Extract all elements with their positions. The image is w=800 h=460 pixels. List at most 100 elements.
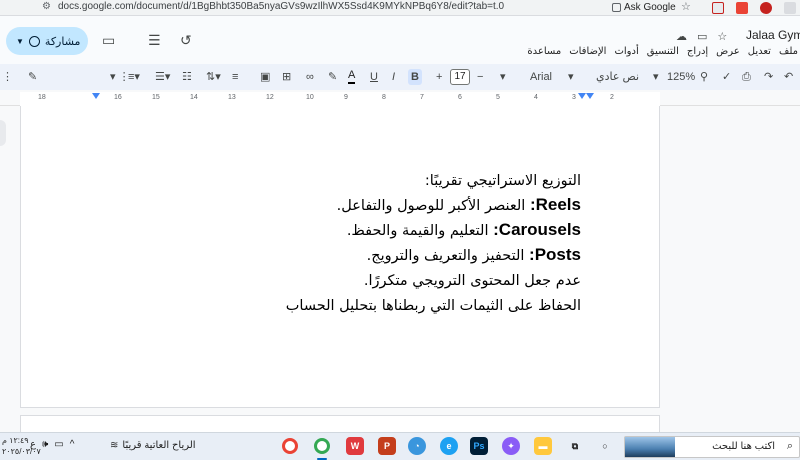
- document-body[interactable]: التوزيع الاستراتيجي تقريبًا: Reels: العن…: [286, 168, 581, 318]
- tray-chevron-icon[interactable]: ^: [70, 439, 75, 450]
- snipping-tool-icon[interactable]: ◔: [408, 437, 426, 455]
- ruler: 18 16 15 14 13 12 10 9 8 7 6 5 4 3 2: [0, 92, 800, 106]
- network-icon[interactable]: ▭: [54, 439, 63, 450]
- align-icon[interactable]: ≡: [232, 69, 238, 85]
- extension-icon-3[interactable]: [760, 2, 772, 14]
- file-explorer-icon[interactable]: ▬: [534, 437, 552, 455]
- task-view-icon[interactable]: ⧉: [566, 437, 584, 455]
- ruler-number: 5: [496, 94, 500, 101]
- globe-icon: [28, 35, 40, 47]
- chrome-active-app-icon[interactable]: [314, 438, 330, 454]
- paragraph-line[interactable]: Reels: العنصر الأكبر للوصول والتفاعل.: [286, 193, 581, 218]
- menu-help[interactable]: مساعدة: [527, 46, 561, 57]
- document-title[interactable]: Jalaa Gym: [746, 28, 800, 42]
- meet-video-icon[interactable]: ▭: [102, 32, 115, 49]
- ask-google-icon: [612, 2, 621, 12]
- checklist-icon[interactable]: ☷: [182, 69, 192, 85]
- outline-toggle-tab[interactable]: [0, 120, 6, 146]
- share-button[interactable]: ▼ مشاركة: [6, 27, 88, 55]
- photoshop-icon[interactable]: Ps: [470, 437, 488, 455]
- url-text[interactable]: docs.google.com/document/d/1BgBhbt350Ba5…: [58, 1, 504, 12]
- left-indent-marker[interactable]: [578, 93, 586, 99]
- edge-icon[interactable]: e: [440, 437, 458, 455]
- numbered-list-icon[interactable]: ≡▾: [128, 69, 140, 85]
- paragraph-style-select[interactable]: نص عادي: [596, 69, 639, 85]
- print-icon[interactable]: ⎙: [742, 69, 751, 85]
- powerpoint-icon[interactable]: P: [378, 437, 396, 455]
- line-bold-text: Reels:: [529, 195, 581, 214]
- menu-edit[interactable]: تعديل: [748, 46, 771, 57]
- paragraph-line[interactable]: Carousels: التعليم والقيمة والحفظ.: [286, 218, 581, 243]
- taskbar-search[interactable]: اكتب هنا للبحث ⌕: [624, 436, 800, 458]
- comments-icon[interactable]: ☰: [148, 32, 161, 49]
- font-size-input[interactable]: 17: [450, 69, 470, 85]
- wind-icon: ≋: [110, 440, 119, 451]
- insert-link-icon[interactable]: ∞: [306, 69, 314, 85]
- extension-icon-2[interactable]: [736, 2, 748, 14]
- address-bar[interactable]: ⚙ docs.google.com/document/d/1BgBhbt350B…: [0, 0, 800, 16]
- extension-icon-1[interactable]: [712, 2, 724, 14]
- undo-icon[interactable]: ↶: [784, 69, 793, 85]
- font-dropdown-icon[interactable]: ▾: [500, 69, 506, 85]
- windows-taskbar: ١٢:٤٩ م ٢٠٢٥/٠٣/٠٧ ع 🕪 ▭ ^ ≋ الرياح العا…: [0, 432, 800, 460]
- paint-format-icon[interactable]: ⚲: [700, 69, 708, 85]
- pen-edit-icon[interactable]: ✎: [28, 69, 37, 85]
- insert-image-icon[interactable]: ▣: [260, 69, 270, 85]
- ruler-number: 8: [382, 94, 386, 101]
- clear-format-dropdown-icon[interactable]: ▾ ⋮: [110, 69, 130, 85]
- text-color-icon[interactable]: A: [348, 69, 356, 84]
- bullet-list-icon[interactable]: ☰▾: [155, 69, 170, 85]
- paragraph-line[interactable]: عدم جعل المحتوى الترويجي متكررًا.: [286, 268, 581, 293]
- language-indicator[interactable]: ع: [30, 439, 36, 450]
- ruler-track[interactable]: 18 16 15 14 13 12 10 9 8 7 6 5 4 3 2: [20, 92, 660, 106]
- extension-icon-4[interactable]: [784, 2, 796, 14]
- italic-icon[interactable]: I: [392, 69, 395, 85]
- style-dropdown-icon[interactable]: ▾: [568, 69, 574, 85]
- cortana-icon[interactable]: ○: [596, 437, 614, 455]
- bookmark-star-icon[interactable]: ☆: [681, 0, 691, 13]
- more-tools-icon[interactable]: ⋮: [2, 69, 13, 85]
- spellcheck-icon[interactable]: ✓: [722, 69, 731, 85]
- weather-widget[interactable]: ≋ الرياح العاتية قريبًا: [110, 440, 196, 451]
- ruler-number: 6: [458, 94, 462, 101]
- ask-google-button[interactable]: Ask Google: [608, 0, 680, 14]
- search-placeholder: اكتب هنا للبحث: [712, 441, 775, 452]
- paragraph-line[interactable]: الحفاظ على الثيمات التي ربطناها بتحليل ا…: [286, 293, 581, 318]
- menu-file[interactable]: ملف: [779, 46, 798, 57]
- move-folder-icon[interactable]: ▭: [697, 30, 707, 43]
- share-dropdown-icon[interactable]: ▼: [16, 37, 24, 46]
- star-doc-icon[interactable]: ☆: [717, 30, 727, 43]
- version-history-icon[interactable]: ↺: [180, 32, 192, 49]
- menu-extensions[interactable]: الإضافات: [569, 46, 606, 57]
- ruler-number: 4: [534, 94, 538, 101]
- line-text: العنصر الأكبر للوصول والتفاعل.: [336, 198, 530, 214]
- line-spacing-icon[interactable]: ⇅▾: [206, 69, 221, 85]
- site-info-icon[interactable]: ⚙: [42, 1, 51, 12]
- zoom-dropdown-icon[interactable]: ▾: [653, 69, 659, 85]
- cloud-status-icon[interactable]: ☁: [676, 30, 687, 43]
- wps-office-icon[interactable]: W: [346, 437, 364, 455]
- menu-view[interactable]: عرض: [716, 46, 740, 57]
- ruler-number: 7: [420, 94, 424, 101]
- copilot-icon[interactable]: ✦: [502, 437, 520, 455]
- highlight-icon[interactable]: ✎: [328, 69, 337, 85]
- underline-icon[interactable]: U: [370, 69, 378, 85]
- zoom-select[interactable]: 125%: [667, 69, 695, 85]
- font-size-decrease[interactable]: −: [477, 69, 483, 85]
- paragraph-line[interactable]: التوزيع الاستراتيجي تقريبًا:: [286, 168, 581, 193]
- menu-tools[interactable]: أدوات: [614, 46, 638, 57]
- chrome-app-icon[interactable]: [282, 438, 298, 454]
- line-text: التعليم والقيمة والحفظ.: [346, 223, 494, 239]
- right-indent-marker[interactable]: [92, 93, 100, 99]
- volume-icon[interactable]: 🕪: [42, 439, 48, 450]
- font-family-select[interactable]: Arial: [530, 69, 552, 85]
- bold-icon[interactable]: B: [408, 69, 422, 85]
- menu-insert[interactable]: إدراج: [687, 46, 708, 57]
- first-line-indent-marker[interactable]: [586, 93, 594, 99]
- menu-format[interactable]: التنسيق: [647, 46, 679, 57]
- add-comment-icon[interactable]: ⊞: [282, 69, 291, 85]
- redo-icon[interactable]: ↷: [764, 69, 773, 85]
- document-page[interactable]: التوزيع الاستراتيجي تقريبًا: Reels: العن…: [20, 106, 660, 408]
- paragraph-line[interactable]: Posts: التحفيز والتعريف والترويج.: [286, 243, 581, 268]
- font-size-increase[interactable]: +: [436, 69, 442, 85]
